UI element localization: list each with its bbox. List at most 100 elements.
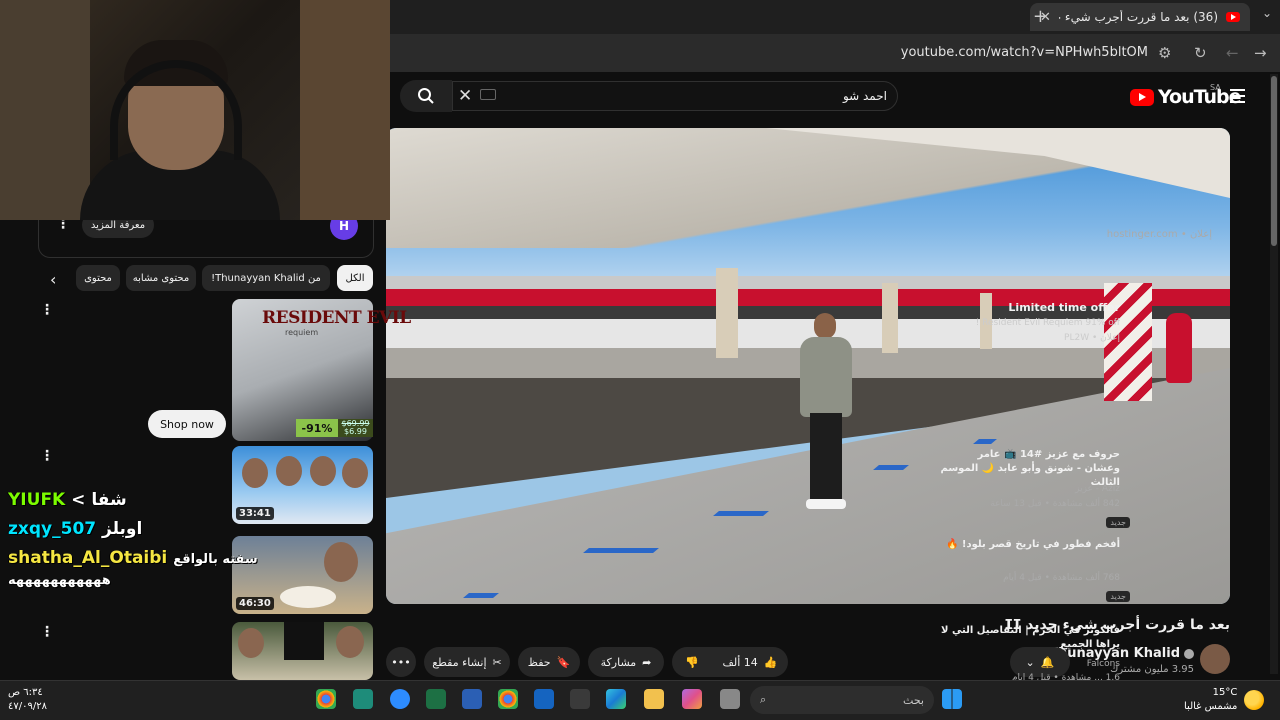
- scissors-icon: ✂: [492, 655, 502, 669]
- chip-more[interactable]: محتوى: [76, 265, 120, 291]
- video-meta: 768 ألف مشاهدة • قبل 4 أيام: [1003, 573, 1120, 583]
- copilot-icon[interactable]: [682, 689, 702, 709]
- more-options-icon[interactable]: ⋮: [40, 302, 54, 318]
- edge-icon[interactable]: [606, 689, 626, 709]
- forward-icon[interactable]: →: [1254, 44, 1267, 62]
- menu-icon[interactable]: [1230, 89, 1245, 107]
- windows-start-icon[interactable]: [942, 689, 962, 709]
- background-person: [1166, 313, 1192, 383]
- more-options-icon[interactable]: ⋮: [40, 624, 54, 640]
- more-actions-button[interactable]: •••: [386, 647, 416, 677]
- youtube-logo-text: YouTube: [1158, 86, 1241, 108]
- chip-from-channel[interactable]: من Thunayyan Khalid!: [202, 265, 330, 291]
- outlook-icon[interactable]: [534, 689, 554, 709]
- share-button[interactable]: ➦ مشاركة: [588, 647, 664, 677]
- bell-icon: 🔔: [1040, 655, 1055, 669]
- url-text[interactable]: youtube.com/watch?v=NPHwh5bltOM: [901, 45, 1148, 60]
- search-icon: ⌕: [760, 693, 767, 706]
- scrollbar-thumb[interactable]: [1271, 76, 1277, 246]
- chat-message: zxqy_507 اوبلز: [8, 519, 142, 539]
- clock[interactable]: ٦:٣٤ ص ٤٧/٠٩/٢٨: [8, 686, 47, 714]
- chat-message: هههههههههههه: [8, 573, 111, 588]
- channel-avatar[interactable]: [1200, 644, 1230, 674]
- bookmark-icon: 🔖: [556, 655, 571, 669]
- region-code: SA: [1210, 83, 1221, 92]
- ad-card-description: Resident Evil Requiem 91% off !: [975, 318, 1120, 328]
- share-icon: ➦: [642, 655, 652, 669]
- dislike-button[interactable]: 👎: [672, 647, 712, 677]
- weather-widget[interactable]: 15°C مشمس غالبا: [1184, 686, 1237, 714]
- ad-card-title[interactable]: Limited time offer: [1008, 301, 1120, 314]
- clear-search-icon[interactable]: ✕: [458, 86, 472, 106]
- chip-all[interactable]: الكل: [337, 265, 373, 291]
- ad-card-channel: إعلان • PL2W: [1064, 333, 1120, 343]
- man-jacket: [800, 337, 852, 417]
- save-button[interactable]: 🔖 حفظ: [518, 647, 580, 677]
- app-icon[interactable]: [353, 689, 373, 709]
- chat-username: zxqy_507: [8, 519, 97, 539]
- price-badge: $69.99 $6.99: [338, 419, 373, 437]
- keyboard-icon[interactable]: [480, 89, 496, 100]
- browser-tab-active[interactable]: (36) بعد ما قررت أجرب شيء جديد ✕: [1030, 3, 1250, 31]
- video-meta: 1.6 ... مشاهدة • قبل 4 أيام: [1011, 673, 1120, 680]
- subscriber-count: 3.95 مليون مشترك: [1110, 664, 1194, 675]
- excel-icon[interactable]: [426, 689, 446, 709]
- man-head: [814, 313, 836, 339]
- clip-label: إنشاء مقطع: [432, 655, 487, 669]
- video-title[interactable]: أفخم فطور في تاريخ قصر بلود! 🔥: [940, 538, 1120, 552]
- chat-message: YIUFK < شفا: [8, 490, 127, 510]
- thumbs-up-icon: 👍: [763, 655, 778, 669]
- platform-marking: [583, 548, 659, 553]
- taskbar-search[interactable]: بحث ⌕: [750, 686, 934, 714]
- chrome-icon[interactable]: [316, 689, 336, 709]
- more-options-icon[interactable]: ⋮: [40, 448, 54, 464]
- youtube-logo[interactable]: YouTube: [1130, 86, 1241, 108]
- thumbnail-face: [324, 542, 358, 582]
- video-title[interactable]: فالكونز في الحرم | التفاصيل التي لا يراه…: [940, 624, 1120, 652]
- thumbnail-kaaba: [284, 622, 324, 660]
- thumbnail-plate: [280, 586, 336, 608]
- ad-channel-name: PL2W: [1064, 333, 1090, 343]
- video-meta: 842 ألف مشاهدة • قبل 13 ساعة: [990, 499, 1120, 509]
- shop-now-button[interactable]: Shop now: [148, 410, 226, 438]
- chat-text: < شفا: [71, 490, 127, 510]
- video-thumbnail[interactable]: 33:41: [232, 446, 373, 524]
- video-channel[interactable]: Aziz - عزيز: [1075, 484, 1120, 494]
- search-input[interactable]: احمد شو: [452, 81, 898, 111]
- new-tab-button[interactable]: +: [1033, 6, 1048, 27]
- clip-button[interactable]: ✂ إنشاء مقطع: [424, 647, 510, 677]
- tab-list-button[interactable]: ⌄: [1262, 6, 1272, 20]
- video-thumbnail[interactable]: [232, 622, 373, 680]
- search-button[interactable]: [400, 80, 452, 112]
- chevron-left-icon[interactable]: ‹: [50, 270, 56, 289]
- video-channel[interactable]: Falcons: [1087, 659, 1120, 669]
- man-legs: [810, 413, 842, 503]
- weather-temp: 15°C: [1212, 687, 1238, 698]
- youtube-favicon-icon: [1226, 12, 1240, 22]
- back-icon[interactable]: ←: [1226, 44, 1239, 62]
- chip-related[interactable]: محتوى مشابه: [126, 265, 196, 291]
- file-explorer-icon[interactable]: [644, 689, 664, 709]
- like-count: 14 ألف: [722, 655, 758, 669]
- chrome-icon[interactable]: [498, 689, 518, 709]
- thumbnail-face: [342, 458, 368, 488]
- site-settings-icon[interactable]: ⚙: [1158, 44, 1171, 62]
- webcam-overlay: [0, 0, 390, 220]
- platform-marking: [463, 593, 499, 598]
- thumbnail-face: [238, 628, 264, 658]
- save-label: حفظ: [527, 655, 551, 669]
- like-button[interactable]: 👍 14 ألف: [712, 647, 788, 677]
- pillar: [882, 283, 898, 353]
- thumbnail-face: [242, 458, 268, 488]
- zoom-icon[interactable]: [390, 689, 410, 709]
- man-shoes: [806, 499, 846, 509]
- discount-badge: -91%: [296, 419, 338, 437]
- windows-taskbar: [0, 680, 1280, 720]
- new-badge: جديد: [1106, 517, 1130, 528]
- store-icon[interactable]: [570, 689, 590, 709]
- word-icon[interactable]: [462, 689, 482, 709]
- reload-icon[interactable]: ↻: [1194, 44, 1207, 62]
- duration-badge: 33:41: [236, 507, 274, 520]
- video-player[interactable]: [386, 128, 1230, 604]
- task-view-icon[interactable]: [720, 689, 740, 709]
